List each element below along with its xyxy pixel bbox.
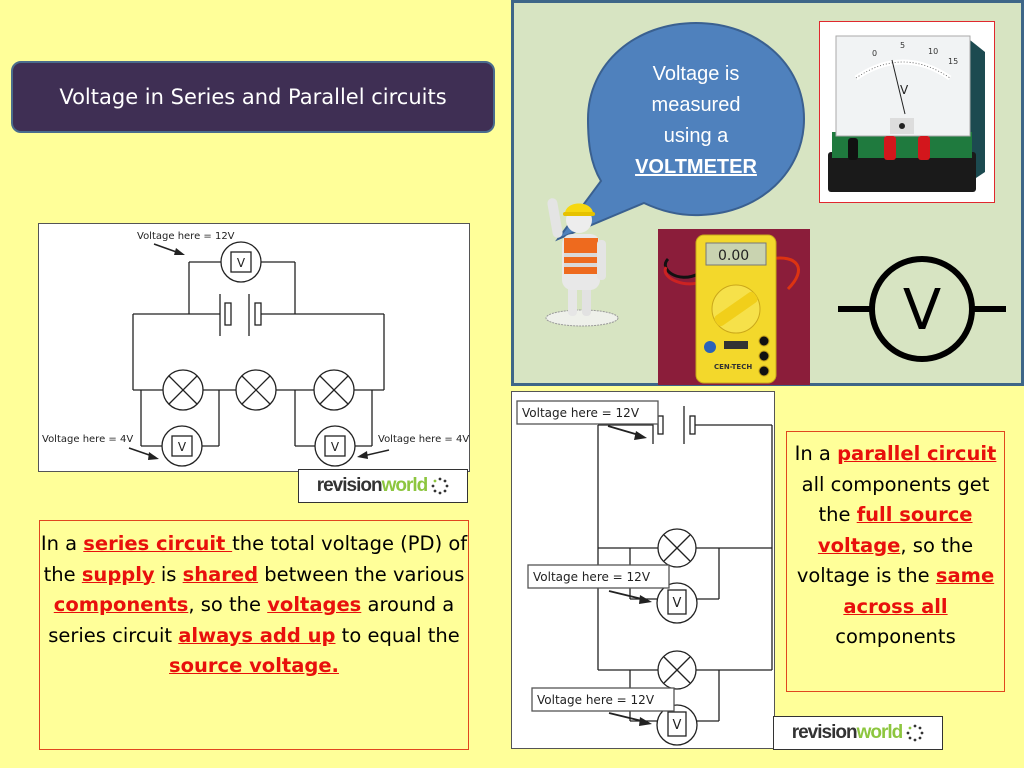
meter-letter: V: [178, 440, 187, 454]
body-text: In a: [794, 442, 838, 465]
meter-scale-tick: 0: [872, 49, 877, 58]
logo-dots-icon: [906, 724, 924, 742]
speech-bubble-text: Voltage is measured using a VOLTMETER: [586, 59, 806, 183]
body-text: is: [154, 562, 183, 586]
body-text: , so the: [188, 593, 268, 616]
body-text: between the various: [258, 562, 465, 586]
parallel-voltage-label: Voltage here = 12V: [537, 693, 655, 707]
slide-title-text: Voltage in Series and Parallel circuits: [59, 85, 447, 109]
parallel-voltage-label: Voltage here = 12V: [522, 406, 640, 420]
highlighted-term: supply: [81, 562, 155, 586]
multimeter-display: 0.00: [718, 248, 749, 264]
body-text: components: [835, 625, 956, 648]
highlighted-term: shared: [182, 562, 259, 586]
parallel-circuit-diagram: Voltage here = 12V V Voltage here = 12V …: [511, 391, 775, 749]
revisionworld-logo: revisionworld: [773, 716, 943, 750]
meter-scale-tick: 10: [928, 47, 938, 56]
meter-unit-label: V: [900, 83, 909, 97]
highlighted-term: always add up: [178, 623, 336, 647]
series-left-voltage-label: Voltage here = 4V: [42, 434, 133, 445]
multimeter-brand: CEN-TECH: [714, 363, 752, 371]
highlighted-term: source voltage.: [169, 654, 339, 677]
series-top-voltage-label: Voltage here = 12V: [137, 231, 235, 242]
voltmeter-info-panel: Voltage is measured using a VOLTMETER 0 …: [511, 0, 1024, 386]
meter-letter: V: [673, 596, 682, 611]
highlighted-term: voltages: [267, 593, 362, 616]
voltmeter-circuit-symbol: V: [834, 253, 1010, 371]
highlighted-term: components: [53, 593, 189, 616]
meter-letter: V: [331, 440, 340, 454]
parallel-explanation-text: In a parallel circuit all components get…: [786, 431, 1005, 692]
series-right-voltage-label: Voltage here = 4V: [378, 434, 469, 445]
digital-multimeter-photo: 0.00 CEN-TECH: [658, 229, 810, 385]
body-text: In a: [40, 532, 84, 555]
bubble-line: Voltage is: [652, 63, 740, 85]
highlighted-term: parallel circuit: [837, 442, 997, 465]
highlighted-term: series circuit: [83, 532, 233, 555]
bubble-line: measured: [651, 94, 741, 116]
logo-text-revision: revision: [791, 722, 858, 743]
revisionworld-logo: revisionworld: [298, 469, 468, 503]
meter-scale-tick: 5: [900, 41, 905, 50]
analog-voltmeter-photo: 0 5 10 15 V: [819, 21, 995, 203]
parallel-voltage-label: Voltage here = 12V: [533, 570, 651, 584]
logo-text-world: world: [381, 475, 429, 496]
meter-letter: V: [673, 718, 682, 733]
body-text: to equal the: [335, 623, 460, 647]
slide-title: Voltage in Series and Parallel circuits: [11, 61, 495, 133]
series-circuit-diagram: Voltage here = 12V V V Voltage here = 4V…: [38, 223, 470, 472]
meter-scale-tick: 15: [948, 57, 958, 66]
logo-text-revision: revision: [316, 475, 383, 496]
worker-figure-illustration: [542, 178, 622, 328]
logo-text-world: world: [856, 722, 904, 743]
voltmeter-symbol-letter: V: [903, 278, 941, 343]
bubble-line: using a: [663, 125, 729, 147]
meter-letter: V: [237, 256, 246, 270]
logo-dots-icon: [431, 477, 449, 495]
series-explanation-text: In a series circuit the total voltage (P…: [39, 520, 469, 750]
